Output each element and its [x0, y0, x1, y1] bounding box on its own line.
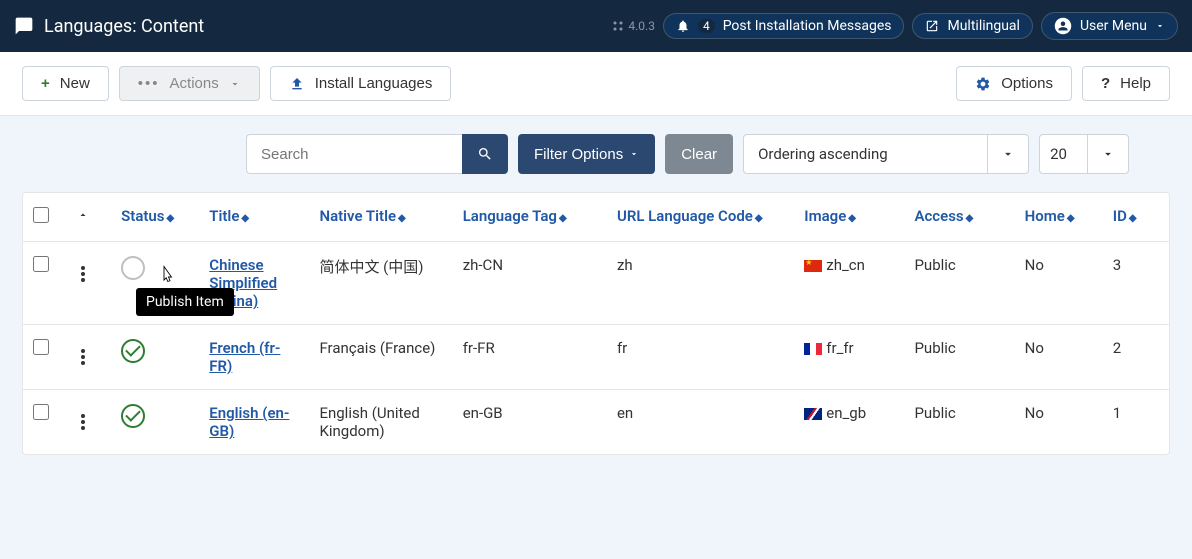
filter-options-label: Filter Options [534, 146, 623, 163]
col-lang-tag[interactable]: Language Tag◆ [453, 193, 607, 242]
id: 3 [1103, 242, 1169, 325]
chevron-down-icon [1001, 147, 1015, 161]
help-button[interactable]: ? Help [1082, 66, 1170, 101]
notification-badge: 4 [698, 19, 715, 33]
image-code: zh_cn [794, 242, 904, 325]
status-unpublished-icon[interactable] [121, 256, 145, 280]
ellipsis-icon: ••• [138, 75, 160, 92]
image-code: en_gb [794, 390, 904, 455]
home: No [1015, 325, 1103, 390]
lang-tag: zh-CN [453, 242, 607, 325]
access: Public [904, 325, 1014, 390]
comment-icon [14, 16, 34, 36]
search-button[interactable] [462, 134, 508, 174]
url-code: fr [607, 325, 794, 390]
lang-tag: fr-FR [453, 325, 607, 390]
joomla-icon [612, 20, 624, 32]
title-link[interactable]: French (fr-FR) [209, 339, 280, 375]
table-row: Chinese Simplified (China) 简体中文 (中国)zh-CN… [23, 242, 1169, 325]
row-checkbox[interactable] [33, 404, 49, 420]
col-url-code[interactable]: URL Language Code◆ [607, 193, 794, 242]
clear-button[interactable]: Clear [665, 134, 733, 174]
access: Public [904, 390, 1014, 455]
post-install-messages-button[interactable]: 4 Post Installation Messages [663, 13, 905, 39]
options-label: Options [1001, 75, 1053, 92]
status-published-icon[interactable] [121, 339, 145, 363]
page-title-wrap: Languages: Content [14, 16, 204, 37]
toolbar: + New ••• Actions Install Languages Opti… [0, 52, 1192, 116]
flag-icon [804, 260, 822, 272]
row-checkbox[interactable] [33, 256, 49, 272]
row-actions-button[interactable] [77, 345, 89, 369]
help-label: Help [1120, 75, 1151, 92]
col-home[interactable]: Home◆ [1015, 193, 1103, 242]
col-title[interactable]: Title◆ [199, 193, 309, 242]
col-image[interactable]: Image◆ [794, 193, 904, 242]
ordering-select[interactable]: Ordering ascending [743, 134, 987, 174]
search-input[interactable] [246, 134, 462, 174]
id: 1 [1103, 390, 1169, 455]
gear-icon [975, 76, 991, 92]
title-link[interactable]: English (en-GB) [209, 404, 289, 440]
usermenu-label: User Menu [1080, 18, 1147, 34]
limit-caret[interactable] [1087, 134, 1129, 174]
native-title: Français (France) [309, 325, 452, 390]
image-code: fr_fr [794, 325, 904, 390]
new-button[interactable]: + New [22, 66, 109, 101]
flag-icon [804, 343, 822, 355]
external-link-icon [925, 19, 939, 33]
languages-table: Status◆ Title◆ Native Title◆ Language Ta… [23, 193, 1169, 454]
lang-tag: en-GB [453, 390, 607, 455]
row-actions-button[interactable] [77, 262, 89, 286]
upload-icon [289, 76, 305, 92]
question-icon: ? [1101, 75, 1110, 92]
access: Public [904, 242, 1014, 325]
multilingual-label: Multilingual [947, 18, 1019, 34]
bell-icon [676, 19, 690, 33]
table-row: English (en-GB)English (United Kingdom)e… [23, 390, 1169, 455]
flag-icon [804, 408, 822, 420]
row-actions-button[interactable] [77, 410, 89, 434]
chevron-down-icon [229, 78, 241, 90]
new-label: New [60, 75, 90, 92]
col-native-title[interactable]: Native Title◆ [309, 193, 452, 242]
url-code: zh [607, 242, 794, 325]
version-label: 4.0.3 [612, 19, 655, 33]
row-checkbox[interactable] [33, 339, 49, 355]
caret-down-icon [629, 149, 639, 159]
status-published-icon[interactable] [121, 404, 145, 428]
url-code: en [607, 390, 794, 455]
select-all-checkbox[interactable] [33, 207, 49, 223]
actions-button[interactable]: ••• Actions [119, 66, 260, 101]
plus-icon: + [41, 75, 50, 92]
install-label: Install Languages [315, 75, 433, 92]
chevron-down-icon [1155, 21, 1165, 31]
pim-label: Post Installation Messages [723, 18, 892, 34]
home: No [1015, 242, 1103, 325]
col-status[interactable]: Status◆ [111, 193, 199, 242]
chevron-down-icon [1101, 147, 1115, 161]
limit-select[interactable]: 20 [1039, 134, 1087, 174]
user-menu-button[interactable]: User Menu [1041, 12, 1178, 40]
ordering-caret[interactable] [987, 134, 1029, 174]
topbar: Languages: Content 4.0.3 4 Post Installa… [0, 0, 1192, 52]
native-title: English (United Kingdom) [309, 390, 452, 455]
search-icon [477, 146, 493, 162]
multilingual-button[interactable]: Multilingual [912, 13, 1032, 39]
title-link[interactable]: Chinese Simplified (China) [209, 256, 277, 310]
table-row: French (fr-FR) Français (France)fr-FRfrfr… [23, 325, 1169, 390]
options-button[interactable]: Options [956, 66, 1072, 101]
col-access[interactable]: Access◆ [904, 193, 1014, 242]
sort-order-icon[interactable] [77, 209, 89, 221]
filter-options-button[interactable]: Filter Options [518, 134, 655, 174]
native-title: 简体中文 (中国) [309, 242, 452, 325]
filter-bar: Filter Options Clear Ordering ascending … [22, 134, 1170, 174]
actions-label: Actions [170, 75, 219, 92]
user-icon [1054, 17, 1072, 35]
page-title: Languages: Content [44, 16, 204, 37]
id: 2 [1103, 325, 1169, 390]
home: No [1015, 390, 1103, 455]
col-id[interactable]: ID◆ [1103, 193, 1169, 242]
install-languages-button[interactable]: Install Languages [270, 66, 452, 101]
